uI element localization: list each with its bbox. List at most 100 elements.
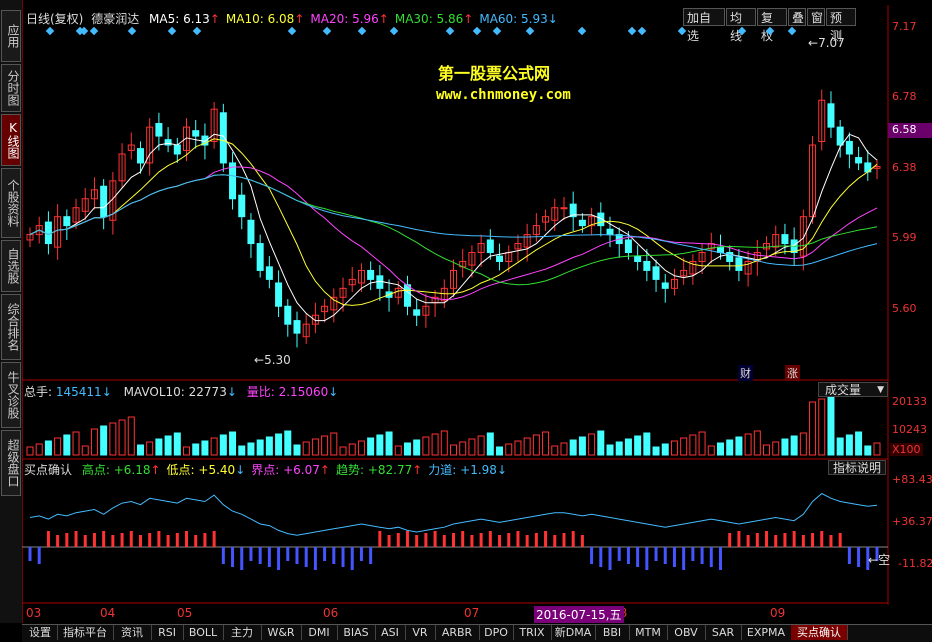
indicator-bar: [516, 531, 520, 547]
candle-body: [735, 257, 743, 271]
bottom-tab[interactable]: 买点确认: [791, 625, 848, 640]
bottom-tab[interactable]: OBV: [667, 625, 706, 640]
indicator-bar: [442, 535, 446, 547]
bottom-tab[interactable]: ARBR: [435, 625, 480, 640]
volume-bar: [523, 437, 531, 456]
low-price-mark: ←5.30: [254, 353, 291, 367]
volume-bar: [146, 441, 154, 456]
indicator-bar: [405, 531, 409, 547]
event-tag-rise[interactable]: 涨: [785, 365, 800, 381]
volume-bar: [247, 442, 255, 456]
indicator-bar: [682, 547, 686, 570]
volume-unit: X100: [890, 443, 923, 456]
volume-bar: [440, 430, 448, 456]
bottom-tab[interactable]: TRIX: [513, 625, 552, 640]
signal-diamond: [492, 26, 502, 36]
indicator-legend-item: 力道: +1.98↓: [428, 463, 507, 477]
signal-diamond: [89, 26, 99, 36]
candle-body: [192, 130, 200, 137]
bottom-tab[interactable]: ASI: [375, 625, 406, 640]
indicator-bar: [599, 547, 603, 567]
tab-super-board[interactable]: 超级盘口: [1, 430, 21, 496]
volume-indicator-select[interactable]: 成交量 ▼: [818, 382, 888, 397]
signal-diamond: [627, 26, 637, 36]
bottom-tab[interactable]: DPO: [479, 625, 514, 640]
signal-diamond: [287, 26, 297, 36]
volume-bar: [532, 434, 540, 456]
tab-diagnose[interactable]: 牛叉诊股: [1, 362, 21, 428]
bottom-tab[interactable]: 主力: [223, 625, 262, 640]
bottom-tab[interactable]: 指标平台: [57, 625, 114, 640]
volume-bar: [698, 431, 706, 456]
volume-bar: [431, 433, 439, 456]
candle-body: [275, 282, 283, 307]
volume-bar: [127, 416, 135, 456]
volume-bar: [569, 439, 577, 456]
bottom-tab[interactable]: BBI: [595, 625, 630, 640]
tab-apps[interactable]: 应用: [1, 10, 21, 62]
bottom-tab[interactable]: MTM: [629, 625, 668, 640]
indicator-bar: [829, 535, 833, 547]
tab-kline[interactable]: K线图: [1, 114, 21, 166]
bottom-tab[interactable]: 新DMA: [551, 625, 596, 640]
volume-bar: [357, 440, 365, 456]
volume-bar: [670, 440, 678, 456]
tab-stock-info[interactable]: 个股资料: [1, 168, 21, 238]
event-tag-finance[interactable]: 财: [738, 365, 753, 381]
volume-axis-tick: 20133: [892, 395, 927, 408]
bottom-tab[interactable]: W&R: [261, 625, 302, 640]
volume-bar: [542, 431, 550, 456]
indicator-bar: [654, 547, 658, 561]
indicator-bar: [350, 547, 354, 570]
candle-body: [836, 126, 844, 146]
volume-bar: [496, 446, 504, 456]
volume-bar: [652, 446, 660, 456]
volume-bar: [275, 433, 283, 456]
high-price-mark: ←7.07: [808, 36, 845, 50]
volume-bar: [219, 434, 227, 456]
candle-body: [155, 123, 163, 137]
tab-ranking[interactable]: 综合排名: [1, 294, 21, 360]
indicator-bar: [479, 533, 483, 547]
bottom-tab[interactable]: 资讯: [113, 625, 152, 640]
volume-bar: [192, 443, 200, 456]
bottom-tab[interactable]: SAR: [705, 625, 742, 640]
bottom-tab[interactable]: BIAS: [337, 625, 376, 640]
bottom-tab[interactable]: RSI: [151, 625, 184, 640]
indicator-bar: [801, 535, 805, 547]
tab-intraday[interactable]: 分时图: [1, 64, 21, 112]
volume-bar: [477, 435, 485, 456]
bottom-tab[interactable]: BOLL: [183, 625, 224, 640]
signal-diamond: [472, 26, 482, 36]
volume-bar: [735, 436, 743, 456]
candle-body: [173, 144, 181, 155]
indicator-bar: [461, 531, 465, 547]
indicator-bar: [608, 547, 612, 570]
indicator-bar: [277, 547, 281, 570]
candle-body: [44, 221, 52, 245]
indicator-bar: [387, 535, 391, 547]
current-price-tag: 6.58: [888, 123, 932, 138]
volume-bar: [818, 398, 826, 456]
candle-body: [560, 207, 568, 210]
indicator-bar: [203, 533, 207, 547]
bottom-tab[interactable]: 设置: [23, 625, 58, 640]
volume-bar: [302, 441, 310, 456]
indicator-bar: [249, 547, 253, 561]
bottom-tab[interactable]: VR: [405, 625, 436, 640]
volume-bar: [459, 441, 467, 456]
bottom-tab[interactable]: EXPMA: [741, 625, 792, 640]
volume-bar: [330, 432, 338, 456]
indicator-bar: [663, 547, 667, 564]
indicator-bar: [313, 547, 317, 570]
tab-watchlist[interactable]: 自选股: [1, 240, 21, 292]
indicator-bar: [433, 531, 437, 547]
signal-diamond: [765, 26, 775, 36]
indicator-bar: [341, 547, 345, 567]
price-axis-tick: 7.17: [892, 20, 917, 33]
indicator-bars: [22, 492, 888, 570]
bottom-tab[interactable]: DMI: [301, 625, 338, 640]
indicator-bar: [765, 531, 769, 547]
indicator-bar: [645, 547, 649, 570]
indicator-explain-button[interactable]: 指标说明: [828, 460, 886, 475]
